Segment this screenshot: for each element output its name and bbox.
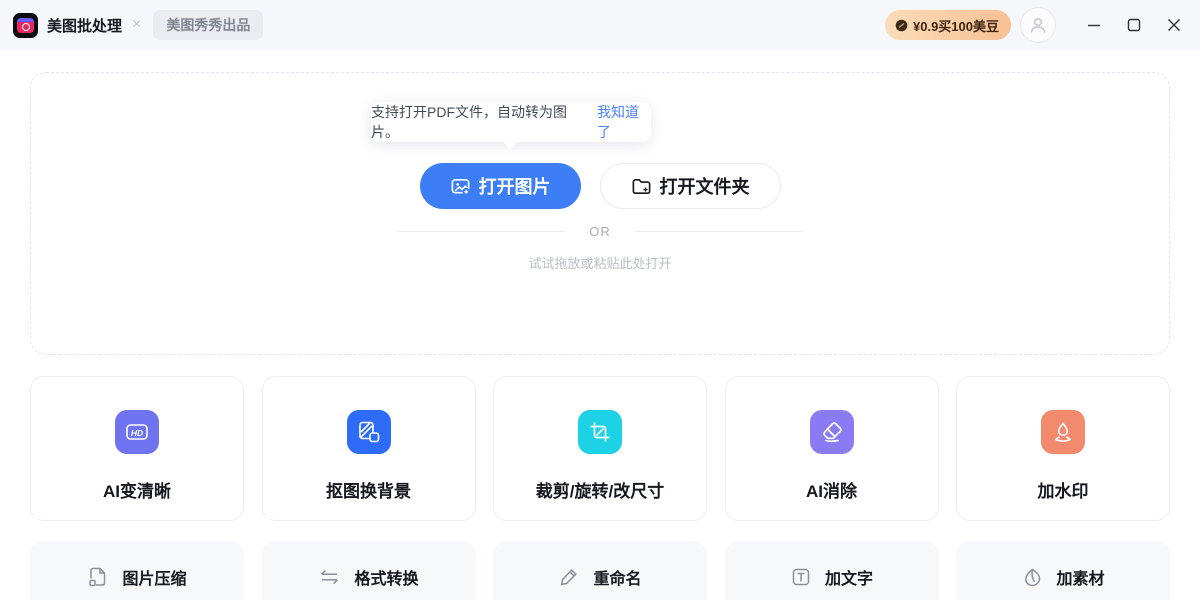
- coin-bean-icon: [895, 19, 908, 32]
- tool-add-sticker[interactable]: 加素材: [956, 541, 1170, 600]
- minimize-icon: [1087, 18, 1101, 32]
- app-title: 美图批处理: [47, 15, 122, 36]
- cutout-icon: [347, 410, 391, 454]
- eraser-icon: [810, 410, 854, 454]
- feature-card-crop[interactable]: 裁剪/旋转/改尺寸: [493, 376, 707, 521]
- tool-label: 加素材: [1056, 565, 1104, 589]
- add-text-icon: [790, 566, 812, 588]
- pdf-tooltip: 支持打开PDF文件，自动转为图片。 我知道了: [371, 102, 651, 142]
- feature-label: 加水印: [1038, 477, 1089, 502]
- or-label: OR: [589, 224, 611, 239]
- compress-icon: [87, 566, 109, 588]
- feature-card-cutout[interactable]: 抠图换背景: [262, 376, 476, 521]
- open-image-label: 打开图片: [479, 173, 551, 199]
- folder-add-icon: [631, 176, 652, 197]
- titlebar: 美图批处理 × 美图秀秀出品 ¥0.9买100美豆: [0, 0, 1200, 50]
- svg-text:HD: HD: [131, 428, 143, 438]
- feature-card-watermark[interactable]: 加水印: [956, 376, 1170, 521]
- feature-label: 裁剪/旋转/改尺寸: [536, 477, 664, 502]
- dropzone[interactable]: 支持打开PDF文件，自动转为图片。 我知道了 打开图片 打开文件夹 OR: [30, 72, 1170, 355]
- tools-row: 图片压缩 格式转换 重命名 加文字 加素材: [30, 541, 1170, 600]
- drop-hint: 试试拖放或粘贴此处打开: [31, 253, 1169, 272]
- crop-icon: [578, 410, 622, 454]
- user-avatar-icon: [1028, 15, 1048, 35]
- app-logo-icon: [13, 13, 38, 38]
- promo-badge-label: ¥0.9买100美豆: [913, 16, 999, 35]
- app-logo-ring: [22, 23, 30, 31]
- feature-card-ai-erase[interactable]: AI消除: [725, 376, 939, 521]
- close-icon: [1167, 18, 1181, 32]
- or-divider: OR: [31, 224, 1169, 239]
- divider-line-left: [397, 231, 565, 232]
- promo-badge[interactable]: ¥0.9买100美豆: [885, 10, 1011, 40]
- convert-icon: [318, 566, 341, 588]
- tool-convert[interactable]: 格式转换: [262, 541, 476, 600]
- tooltip-dismiss-link[interactable]: 我知道了: [597, 102, 651, 142]
- feature-cards-row: HD AI变清晰 抠图换背景 裁剪/旋转/改尺寸: [30, 376, 1170, 521]
- open-image-button[interactable]: 打开图片: [420, 163, 581, 209]
- maximize-button[interactable]: [1114, 0, 1154, 50]
- image-add-icon: [450, 176, 471, 197]
- open-folder-label: 打开文件夹: [660, 173, 750, 199]
- hd-enhance-icon: HD: [115, 410, 159, 454]
- close-button[interactable]: [1154, 0, 1194, 50]
- divider-line-right: [635, 231, 803, 232]
- tool-label: 格式转换: [354, 565, 418, 589]
- tool-label: 加文字: [825, 565, 873, 589]
- tool-label: 图片压缩: [122, 565, 186, 589]
- add-sticker-icon: [1021, 566, 1043, 588]
- tool-rename[interactable]: 重命名: [493, 541, 707, 600]
- maximize-icon: [1127, 18, 1141, 32]
- open-buttons-row: 打开图片 打开文件夹: [31, 163, 1169, 209]
- watermark-icon: [1041, 410, 1085, 454]
- tool-compress[interactable]: 图片压缩: [30, 541, 244, 600]
- tool-label: 重命名: [593, 565, 641, 589]
- avatar[interactable]: [1020, 7, 1056, 43]
- feature-card-ai-enhance[interactable]: HD AI变清晰: [30, 376, 244, 521]
- minimize-button[interactable]: [1074, 0, 1114, 50]
- titlebar-right: ¥0.9买100美豆: [885, 0, 1200, 50]
- feature-label: AI消除: [806, 477, 857, 502]
- feature-label: 抠图换背景: [326, 477, 411, 502]
- feature-label: AI变清晰: [103, 477, 171, 502]
- pdf-tooltip-text: 支持打开PDF文件，自动转为图片。: [371, 102, 587, 142]
- origin-badge: 美图秀秀出品: [153, 10, 263, 40]
- tab-close-icon[interactable]: ×: [132, 17, 141, 33]
- open-folder-button[interactable]: 打开文件夹: [600, 163, 781, 209]
- tool-add-text[interactable]: 加文字: [725, 541, 939, 600]
- rename-icon: [558, 566, 580, 588]
